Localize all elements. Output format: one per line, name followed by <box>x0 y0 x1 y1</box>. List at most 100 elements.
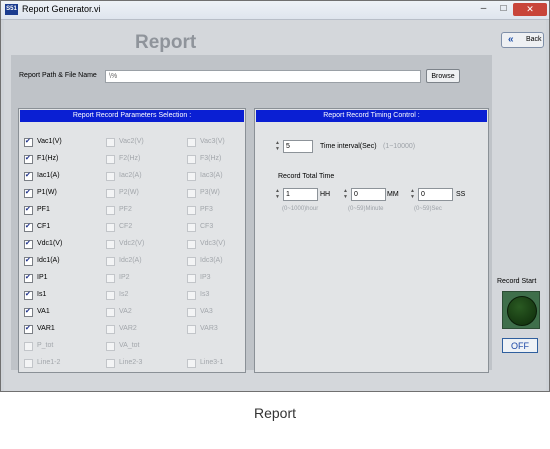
interval-label: Time interval(Sec) <box>320 143 377 150</box>
parameter-label: CF2 <box>119 223 133 230</box>
checkbox-unchecked-icon[interactable] <box>106 274 115 283</box>
back-button-label: Back <box>526 36 542 43</box>
hours-hint: (0~1000)hour <box>282 206 319 212</box>
checkbox-checked-icon[interactable] <box>24 256 33 266</box>
checkbox-unchecked-icon[interactable] <box>187 325 196 334</box>
checkbox-checked-icon[interactable] <box>24 239 33 249</box>
parameter-label: F2(Hz) <box>119 155 141 162</box>
checkbox-unchecked-icon[interactable] <box>187 257 196 266</box>
checkbox-unchecked-icon[interactable] <box>106 138 115 147</box>
parameter-label: Vac3(V) <box>200 138 225 145</box>
parameter-label: P3(W) <box>200 189 220 196</box>
checkbox-unchecked-icon[interactable] <box>24 342 33 351</box>
checkbox-unchecked-icon[interactable] <box>106 308 115 317</box>
spinner-arrows-icon[interactable]: ▲ ▼ <box>409 188 416 201</box>
checkbox-checked-icon[interactable] <box>24 154 33 164</box>
checkbox-unchecked-icon[interactable] <box>106 240 115 249</box>
checkbox-checked-icon[interactable] <box>24 188 33 198</box>
checkbox-unchecked-icon[interactable] <box>106 223 115 232</box>
seconds-control[interactable]: ▲ ▼ 0 <box>409 188 454 201</box>
parameter-label: F3(Hz) <box>200 155 222 162</box>
parameter-label: Iac2(A) <box>119 172 142 179</box>
parameter-label: P1(W) <box>37 189 57 196</box>
parameter-label: Line2-3 <box>119 359 143 366</box>
parameter-label: PF2 <box>119 206 132 213</box>
maximize-icon[interactable]: □ <box>494 3 513 16</box>
spinner-arrows-icon[interactable]: ▲ ▼ <box>274 140 281 153</box>
minutes-input[interactable]: 0 <box>351 188 386 201</box>
record-start-button[interactable] <box>502 291 540 329</box>
seconds-hint: (0~59)Sec <box>414 206 442 212</box>
checkbox-unchecked-icon[interactable] <box>24 359 33 368</box>
back-button[interactable]: « Back <box>501 32 544 48</box>
checkbox-checked-icon[interactable] <box>24 324 33 334</box>
parameter-label: VA1 <box>37 308 50 315</box>
parameter-label: VA2 <box>119 308 132 315</box>
checkbox-unchecked-icon[interactable] <box>106 359 115 368</box>
checkbox-unchecked-icon[interactable] <box>187 172 196 181</box>
parameter-label: Vac2(V) <box>119 138 144 145</box>
parameter-label: VAR2 <box>119 325 137 332</box>
checkbox-checked-icon[interactable] <box>24 222 33 232</box>
parameter-label: Vdc1(V) <box>37 240 63 247</box>
parameters-selection-panel: Report Record Parameters Selection : Vac… <box>18 108 246 373</box>
interval-control[interactable]: ▲ ▼ 5 <box>274 140 314 153</box>
checkbox-checked-icon[interactable] <box>24 290 33 300</box>
checkbox-unchecked-icon[interactable] <box>187 240 196 249</box>
parameter-label: Vac1(V) <box>37 138 62 145</box>
hours-input[interactable]: 1 <box>283 188 318 201</box>
checkbox-unchecked-icon[interactable] <box>106 291 115 300</box>
browse-button[interactable]: Browse <box>426 69 460 83</box>
double-chevron-left-icon: « <box>508 34 514 45</box>
app-icon: S51 <box>5 4 18 15</box>
minimize-icon[interactable]: – <box>474 3 493 16</box>
minutes-control[interactable]: ▲ ▼ 0 <box>342 188 387 201</box>
checkbox-unchecked-icon[interactable] <box>187 155 196 164</box>
checkbox-checked-icon[interactable] <box>24 205 33 215</box>
checkbox-unchecked-icon[interactable] <box>106 189 115 198</box>
checkbox-unchecked-icon[interactable] <box>187 291 196 300</box>
checkbox-unchecked-icon[interactable] <box>106 172 115 181</box>
report-generator-window: S51 Report Generator.vi – □ ✕ Report « B… <box>0 0 550 392</box>
checkbox-unchecked-icon[interactable] <box>187 189 196 198</box>
checkbox-checked-icon[interactable] <box>24 171 33 181</box>
close-icon[interactable]: ✕ <box>513 3 547 16</box>
checkbox-unchecked-icon[interactable] <box>187 206 196 215</box>
parameter-label: VAR3 <box>200 325 218 332</box>
report-path-input[interactable]: \% <box>105 70 421 83</box>
checkbox-unchecked-icon[interactable] <box>106 206 115 215</box>
checkbox-unchecked-icon[interactable] <box>187 138 196 147</box>
checkbox-unchecked-icon[interactable] <box>106 325 115 334</box>
record-status-indicator: OFF <box>502 338 538 353</box>
checkbox-unchecked-icon[interactable] <box>187 308 196 317</box>
interval-input[interactable]: 5 <box>283 140 313 153</box>
parameter-label: P2(W) <box>119 189 139 196</box>
figure-caption: Report <box>253 405 297 421</box>
checkbox-unchecked-icon[interactable] <box>187 274 196 283</box>
checkbox-checked-icon[interactable] <box>24 307 33 317</box>
checkbox-unchecked-icon[interactable] <box>106 257 115 266</box>
checkbox-checked-icon[interactable] <box>24 137 33 147</box>
parameter-label: Is1 <box>37 291 47 298</box>
seconds-input[interactable]: 0 <box>418 188 453 201</box>
parameter-label: IP1 <box>37 274 48 281</box>
checkbox-checked-icon[interactable] <box>24 273 33 283</box>
window-title: Report Generator.vi <box>22 4 101 14</box>
checkbox-unchecked-icon[interactable] <box>187 359 196 368</box>
parameter-label: IP3 <box>200 274 211 281</box>
hours-control[interactable]: ▲ ▼ 1 <box>274 188 319 201</box>
spinner-arrows-icon[interactable]: ▲ ▼ <box>274 188 281 201</box>
parameter-label: CF1 <box>37 223 51 230</box>
page-title: Report <box>135 32 197 53</box>
checkbox-unchecked-icon[interactable] <box>187 223 196 232</box>
checkbox-unchecked-icon[interactable] <box>106 342 115 351</box>
record-led-icon <box>507 296 537 326</box>
checkbox-unchecked-icon[interactable] <box>106 155 115 164</box>
title-bar: S51 Report Generator.vi – □ ✕ <box>1 1 549 20</box>
spinner-arrows-icon[interactable]: ▲ ▼ <box>342 188 349 201</box>
parameter-label: Is2 <box>119 291 129 298</box>
parameter-label: Vdc2(V) <box>119 240 145 247</box>
parameter-label: CF3 <box>200 223 214 230</box>
parameter-label: PF1 <box>37 206 50 213</box>
parameter-label: Idc3(A) <box>200 257 223 264</box>
